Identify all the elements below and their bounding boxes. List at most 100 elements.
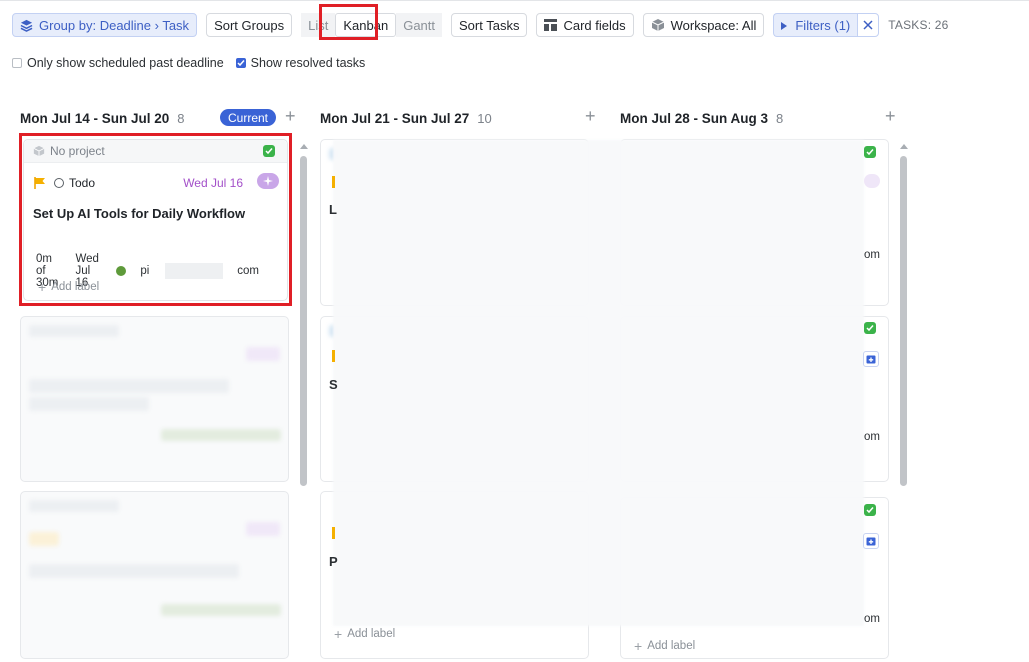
caret-right-icon <box>781 18 788 33</box>
layout-icon <box>544 19 558 31</box>
blurred-content <box>29 325 119 337</box>
view-gantt-tab[interactable]: Gantt <box>396 13 443 37</box>
group-by-button[interactable]: Group by: Deadline › Task <box>12 13 198 37</box>
group-by-label: Group by: Deadline › Task <box>39 17 190 33</box>
only-scheduled-option[interactable]: Only show scheduled past deadline <box>12 56 224 70</box>
plus-icon: + <box>634 638 643 654</box>
email-suffix-fragment: om <box>864 431 880 443</box>
partial-letter: L <box>329 202 337 217</box>
partial-letter: S <box>329 377 338 392</box>
cube-icon <box>651 18 665 32</box>
add-task-button[interactable]: + <box>285 107 296 125</box>
column-header: Mon Jul 21 - Sun Jul 27 10 <box>320 108 492 128</box>
email-suffix-fragment: om <box>864 613 880 625</box>
blurred-content <box>246 522 280 536</box>
column-scrollbar[interactable] <box>900 156 907 486</box>
card-status-row: Todo Wed Jul 16 <box>34 173 279 190</box>
add-label-text: Add label <box>51 281 100 293</box>
current-badge: Current <box>220 109 277 126</box>
column-header: Mon Jul 14 - Sun Jul 20 8 <box>20 108 185 128</box>
assignee-suffix: com <box>237 265 259 277</box>
clear-filters-button[interactable] <box>857 13 880 37</box>
show-resolved-option[interactable]: Show resolved tasks <box>235 56 366 70</box>
column-title: Mon Jul 28 - Sun Aug 3 <box>620 110 769 126</box>
add-label-button[interactable]: + Add label <box>38 279 99 295</box>
workspace-button[interactable]: Workspace: All <box>642 13 765 37</box>
blurred-content <box>29 564 239 578</box>
flag-remnant <box>332 527 335 539</box>
due-date: Wed Jul 16 <box>183 176 243 190</box>
add-label-button[interactable]: + Add label <box>334 626 395 642</box>
card-fields-button[interactable]: Card fields <box>536 13 634 37</box>
redacted-email <box>165 263 224 279</box>
status-label: Todo <box>69 176 96 190</box>
column-count: 8 <box>776 110 784 126</box>
add-label-button[interactable]: + Add label <box>634 638 695 654</box>
column-count: 8 <box>177 110 185 126</box>
add-task-button[interactable]: + <box>885 107 896 125</box>
column-title: Mon Jul 21 - Sun Jul 27 <box>320 110 470 126</box>
priority-flag-icon[interactable] <box>34 177 46 189</box>
options-row: Only show scheduled past deadline Show r… <box>12 56 377 70</box>
flag-remnant <box>332 176 335 188</box>
column-header: Mon Jul 28 - Sun Aug 3 8 <box>620 108 783 128</box>
ai-sparkle-icon[interactable] <box>257 173 279 189</box>
resolved-check-icon[interactable] <box>263 145 275 157</box>
resolved-check-icon[interactable] <box>864 322 876 334</box>
plus-icon: + <box>334 626 343 642</box>
ai-sparkle-icon[interactable] <box>864 174 880 188</box>
blurred-content <box>246 347 280 361</box>
show-resolved-checkbox[interactable] <box>235 58 246 68</box>
blurred-region <box>333 140 864 626</box>
calendar-add-icon[interactable] <box>863 533 879 549</box>
assignee-prefix: pi <box>140 265 150 277</box>
avatar <box>116 266 127 276</box>
toolbar: Group by: Deadline › Task Sort Groups Li… <box>12 13 949 37</box>
workspace-label: Workspace: All <box>670 17 757 33</box>
card-fields-label: Card fields <box>563 17 626 33</box>
column-scrollbar[interactable] <box>300 156 307 486</box>
filters-label: Filters (1) <box>795 17 851 33</box>
only-scheduled-label: Only show scheduled past deadline <box>27 56 224 70</box>
layers-icon <box>20 19 33 32</box>
blurred-content <box>29 379 229 393</box>
add-label-text: Add label <box>347 628 396 640</box>
top-divider <box>0 0 1029 1</box>
resolved-check-icon[interactable] <box>864 146 876 158</box>
view-switcher: List Kanban Gantt <box>301 13 443 37</box>
blurred-content <box>161 604 281 616</box>
view-kanban-tab[interactable]: Kanban <box>335 13 397 37</box>
filters-button[interactable]: Filters (1) <box>773 13 858 37</box>
tasks-count: TASKS: 26 <box>888 18 949 32</box>
only-scheduled-checkbox[interactable] <box>12 58 22 68</box>
view-list-tab[interactable]: List <box>301 13 336 37</box>
sort-groups-button[interactable]: Sort Groups <box>206 13 293 37</box>
assignee[interactable]: pi com <box>116 263 273 279</box>
blurred-content <box>29 500 119 512</box>
show-resolved-label: Show resolved tasks <box>250 56 366 70</box>
card-title[interactable]: Set Up AI Tools for Daily Workflow <box>33 206 245 221</box>
task-card[interactable]: No project Todo Wed Jul 16 Set Up AI Too… <box>23 139 288 301</box>
task-card[interactable] <box>20 316 289 482</box>
resolved-check-icon[interactable] <box>864 504 876 516</box>
blurred-content <box>29 397 149 411</box>
cube-icon <box>33 145 45 157</box>
flag-remnant <box>332 350 335 362</box>
scroll-up-arrow[interactable] <box>900 144 908 149</box>
blurred-content <box>29 532 59 546</box>
filters-control: Filters (1) <box>773 13 880 37</box>
sort-tasks-button[interactable]: Sort Tasks <box>451 13 528 37</box>
status-circle-icon[interactable] <box>54 178 64 188</box>
calendar-add-icon[interactable] <box>863 351 879 367</box>
column-title: Mon Jul 14 - Sun Jul 20 <box>20 110 170 126</box>
partial-letter: P <box>329 554 338 569</box>
plus-icon: + <box>38 279 47 295</box>
task-card[interactable] <box>20 491 289 659</box>
email-suffix-fragment: om <box>864 249 880 261</box>
project-name: No project <box>50 144 105 158</box>
column-count: 10 <box>477 110 492 126</box>
add-task-button[interactable]: + <box>585 107 596 125</box>
add-label-text: Add label <box>647 640 696 652</box>
scroll-up-arrow[interactable] <box>300 144 308 149</box>
card-project-bar: No project <box>24 140 287 163</box>
